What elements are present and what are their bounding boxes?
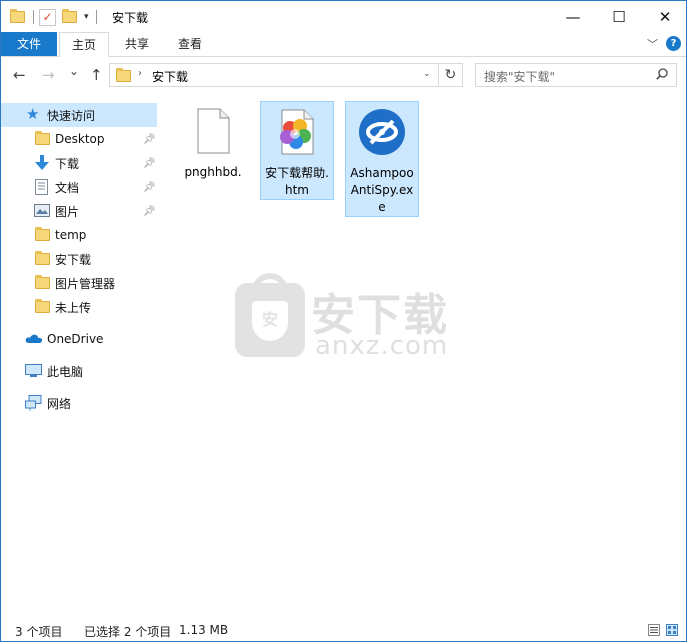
pin-icon[interactable]: 📌︎: [143, 158, 156, 169]
html-file-icon: [280, 109, 314, 155]
cloud-icon: [25, 334, 43, 343]
back-button[interactable]: ←: [13, 66, 26, 84]
expand-ribbon-icon[interactable]: ﹀: [647, 36, 658, 52]
status-bar: 3 个项目 已选择 2 个项目 1.13 MB: [1, 619, 686, 641]
close-button[interactable]: ✕: [642, 1, 687, 32]
sidebar-item-label: OneDrive: [47, 332, 104, 346]
tab-view[interactable]: 查看: [166, 32, 214, 56]
details-view-icon[interactable]: [648, 624, 660, 636]
refresh-button[interactable]: ↻: [439, 63, 463, 87]
window-title: 安下载: [112, 11, 149, 25]
file-name: pnghhbd.: [184, 165, 242, 179]
maximize-button[interactable]: ☐: [596, 1, 642, 32]
pin-icon[interactable]: 📌︎: [143, 134, 156, 145]
ribbon-tabs: 文件 主页 共享 查看 ﹀ ?: [1, 32, 686, 57]
file-item-antispy-exe[interactable]: Ashampoo AntiSpy.exe: [345, 101, 419, 217]
watermark-shield-icon: 安: [252, 301, 288, 341]
up-button[interactable]: ↑: [90, 66, 103, 84]
explorer-window: ✓ ▾ 安下载 — ☐ ✕ 文件 主页 共享 查看 ﹀ ? ← → ⌄ ↑ › …: [0, 0, 687, 642]
sidebar-item-label: 图片管理器: [55, 276, 116, 291]
sidebar-item-label: 安下载: [55, 252, 92, 267]
sidebar-item-onedrive[interactable]: OneDrive: [1, 327, 157, 351]
properties-icon[interactable]: ✓: [39, 8, 56, 26]
pin-icon[interactable]: 📌︎: [143, 206, 156, 217]
folder-icon: [35, 227, 50, 241]
search-input[interactable]: 搜索"安下载": [475, 63, 677, 87]
tab-share[interactable]: 共享: [113, 32, 161, 56]
sidebar-item-label: 未上传: [55, 300, 92, 315]
sidebar-item-label: 下载: [55, 156, 80, 171]
recent-locations-button[interactable]: ⌄: [69, 64, 79, 78]
breadcrumb-current[interactable]: 安下载: [152, 68, 188, 85]
folder-icon: [35, 251, 50, 265]
sidebar-item-not-uploaded[interactable]: 未上传: [1, 295, 157, 319]
navigation-pane: ★ 快速访问 Desktop 📌︎ 下载 📌︎ 文档 📌︎ 图片 📌︎ temp…: [1, 97, 159, 617]
watermark-bag-icon: 安: [235, 273, 305, 357]
sidebar-item-quick-access[interactable]: ★ 快速访问: [1, 103, 157, 127]
toolbar-divider: [33, 10, 34, 24]
sidebar-item-label: Desktop: [55, 132, 105, 146]
address-bar[interactable]: › 安下载 ⌄: [109, 63, 439, 87]
title-bar: ✓ ▾ 安下载 — ☐ ✕: [1, 1, 686, 32]
forward-button[interactable]: →: [42, 66, 55, 84]
sidebar-item-label: 此电脑: [47, 364, 84, 379]
new-folder-icon[interactable]: [62, 9, 77, 23]
file-name: Ashampoo AntiSpy.exe: [350, 166, 414, 214]
network-icon: [25, 395, 42, 411]
sidebar-item-anxz[interactable]: 安下载: [1, 247, 157, 271]
sidebar-item-label: 快速访问: [47, 108, 96, 123]
file-name: 安下载帮助.htm: [265, 166, 329, 197]
star-icon: ★: [26, 105, 40, 123]
folder-icon: [35, 275, 50, 289]
search-placeholder: 搜索"安下载": [484, 70, 556, 84]
customize-toolbar-dropdown[interactable]: ▾: [84, 12, 89, 22]
antispy-app-icon: [359, 109, 405, 155]
breadcrumb-separator-icon[interactable]: ›: [138, 68, 142, 79]
download-icon: [35, 155, 49, 170]
sidebar-item-documents[interactable]: 文档 📌︎: [1, 175, 157, 199]
sidebar-item-desktop[interactable]: Desktop 📌︎: [1, 127, 157, 151]
sidebar-item-downloads[interactable]: 下载 📌︎: [1, 151, 157, 175]
sidebar-item-label: 图片: [55, 204, 80, 219]
folder-icon: [10, 9, 25, 23]
sidebar-item-this-pc[interactable]: 此电脑: [1, 359, 157, 383]
computer-icon: [25, 364, 42, 377]
status-size: 1.13 MB: [179, 623, 229, 637]
documents-icon: [35, 179, 48, 195]
sidebar-item-pictures[interactable]: 图片 📌︎: [1, 199, 157, 223]
navigation-bar: ← → ⌄ ↑ › 安下载 ⌄ ↻ 搜索"安下载": [1, 63, 686, 89]
status-item-count: 3 个项目: [15, 625, 63, 639]
sidebar-item-label: temp: [55, 228, 87, 242]
file-item-pnghhbd[interactable]: pnghhbd.: [176, 101, 250, 181]
blank-file-icon: [197, 108, 230, 154]
sidebar-item-picture-manager[interactable]: 图片管理器: [1, 271, 157, 295]
large-icons-view-icon[interactable]: [666, 624, 678, 636]
pin-icon[interactable]: 📌︎: [143, 182, 156, 193]
sidebar-item-network[interactable]: 网络: [1, 391, 157, 415]
help-icon[interactable]: ?: [666, 36, 681, 51]
watermark-logo: 安 安下载 anxz.com: [235, 273, 475, 363]
status-selection: 已选择 2 个项目: [84, 625, 172, 639]
folder-icon: [116, 68, 131, 82]
watermark-domain: anxz.com: [315, 331, 449, 361]
tab-file[interactable]: 文件: [1, 32, 57, 56]
folder-icon: [35, 299, 50, 313]
address-history-dropdown[interactable]: ⌄: [423, 69, 431, 79]
file-item-help-htm[interactable]: 安下载帮助.htm: [260, 101, 334, 200]
quick-access-toolbar: ✓ ▾: [10, 8, 97, 26]
sidebar-item-label: 文档: [55, 180, 80, 195]
toolbar-divider: [95, 10, 97, 24]
tab-home[interactable]: 主页: [59, 32, 109, 57]
folder-icon: [35, 131, 50, 145]
sidebar-item-label: 网络: [47, 396, 72, 411]
sidebar-item-temp[interactable]: temp: [1, 223, 157, 247]
minimize-button[interactable]: —: [550, 1, 596, 32]
search-icon[interactable]: [656, 68, 668, 80]
pictures-icon: [34, 204, 50, 217]
